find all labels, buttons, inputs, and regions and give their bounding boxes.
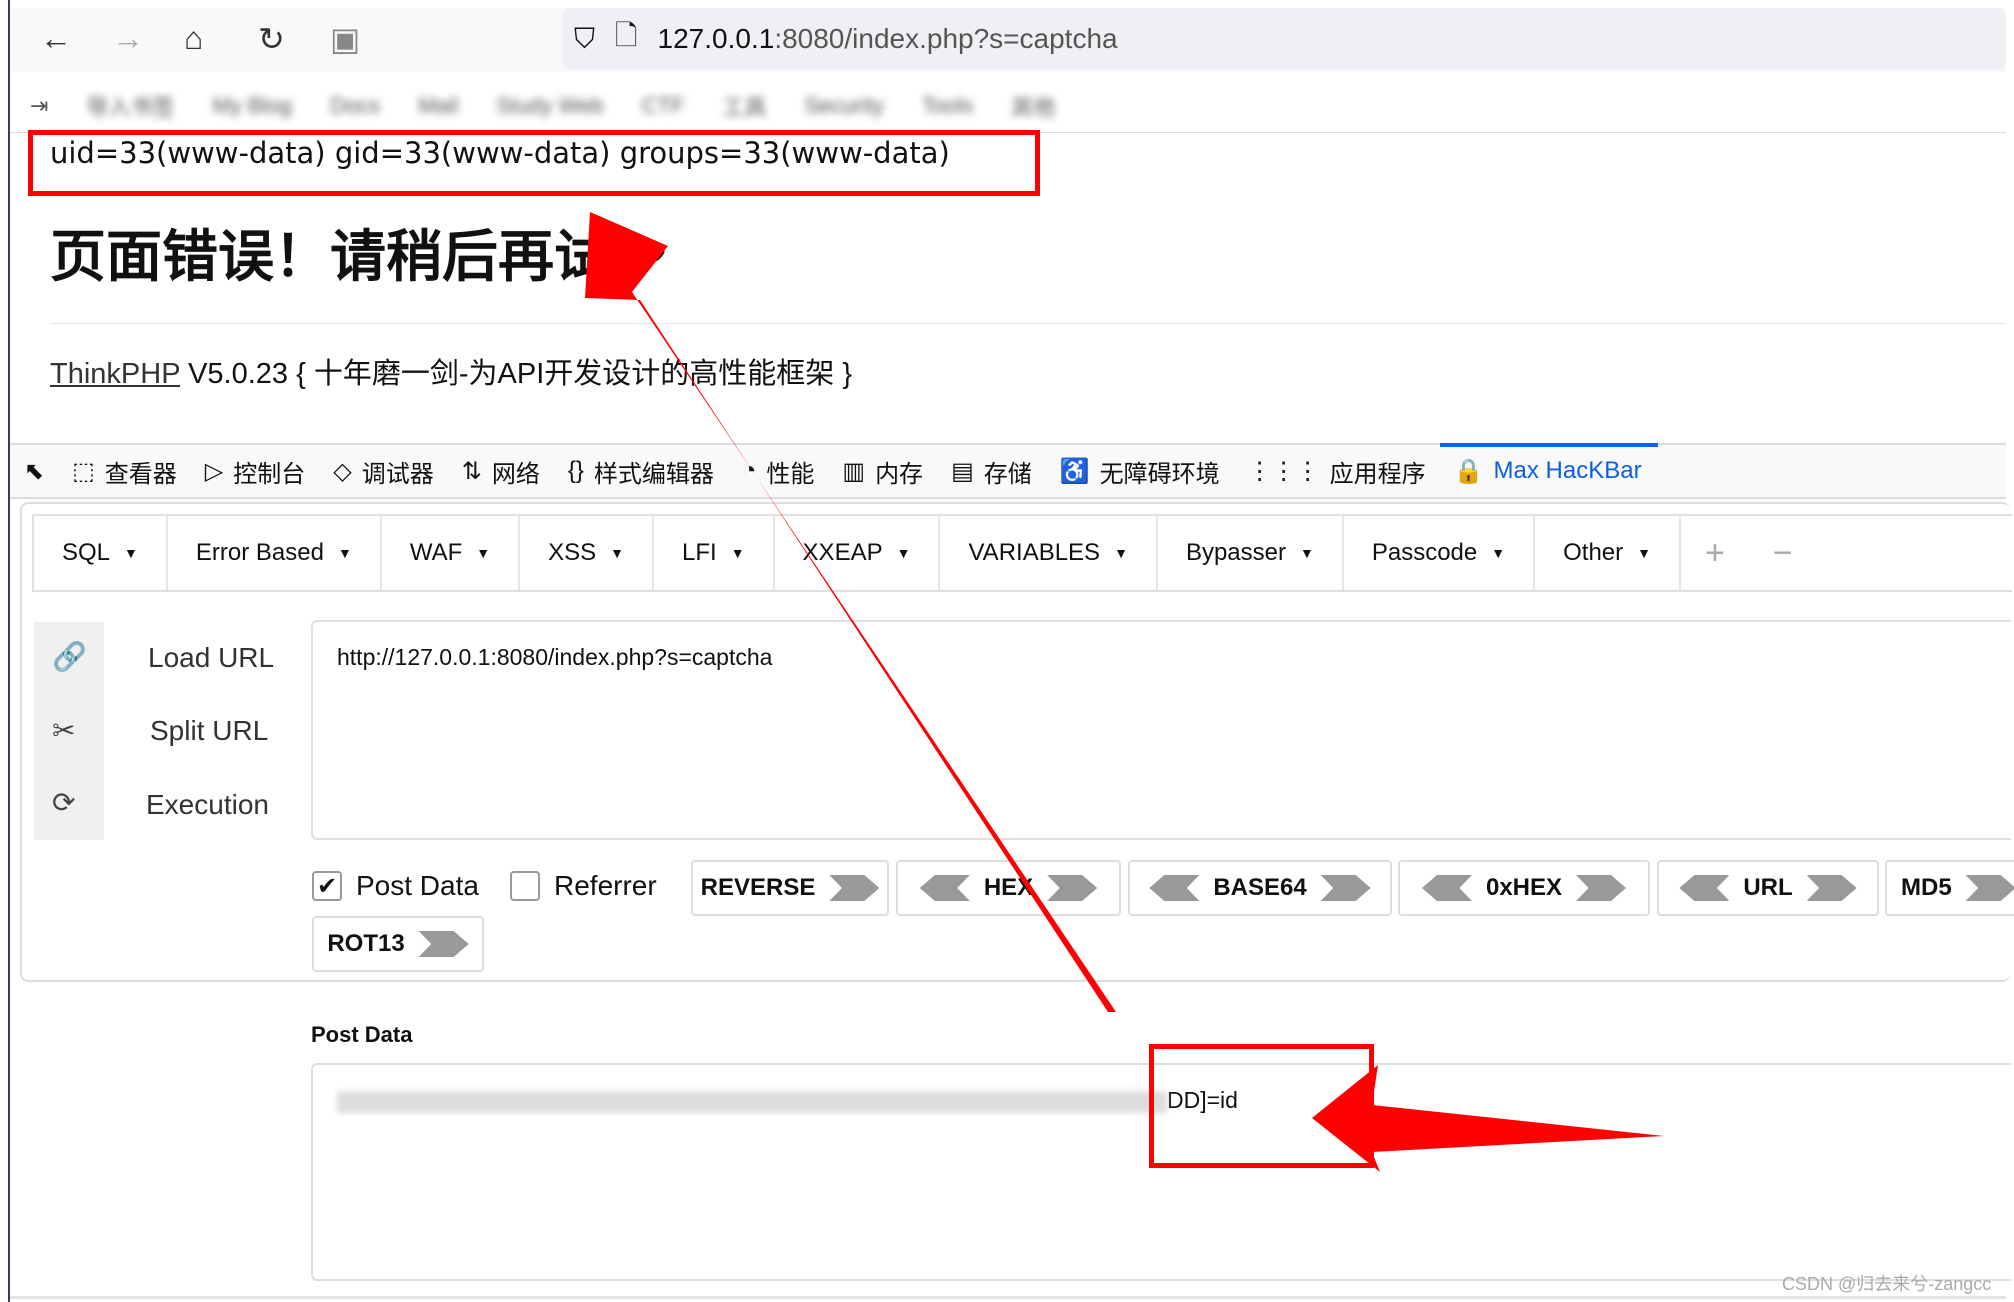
arrow-up-left <box>585 212 1116 1012</box>
divider <box>10 1296 2006 1299</box>
watermark: CSDN @归去来兮-zangcc <box>1782 1274 1992 1294</box>
annotation-arrows <box>585 212 1664 1172</box>
arrow-left <box>1312 1065 1664 1172</box>
